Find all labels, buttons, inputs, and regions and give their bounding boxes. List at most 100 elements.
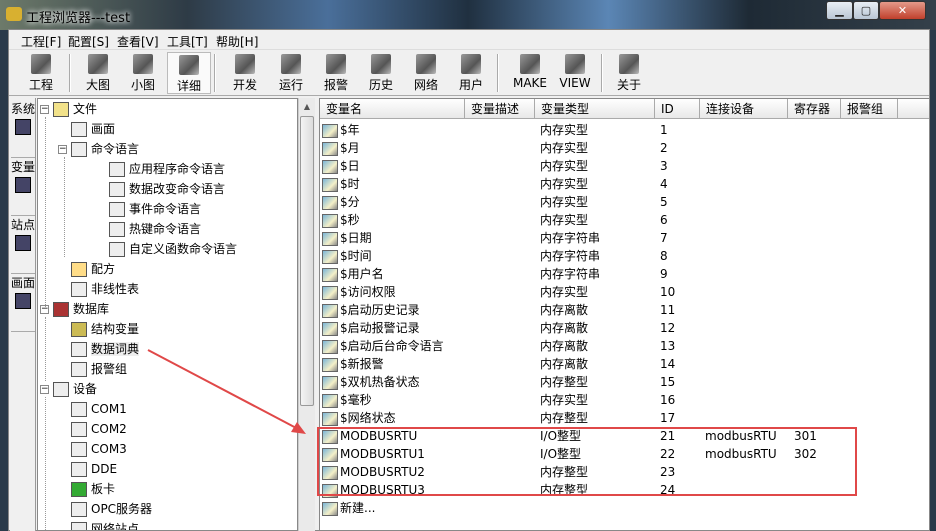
table-row[interactable]: $网络状态 内存整型 17 [320,409,929,427]
tree-item[interactable]: OPC服务器 [71,500,152,518]
doc-icon [109,242,125,257]
tree-item-label: COM2 [91,422,127,436]
toolbar-button-6[interactable]: 报警 [314,52,358,94]
doc-icon [109,162,125,177]
column-header[interactable]: 寄存器 [788,99,841,119]
menu-view[interactable]: 查看[V] [117,33,159,50]
toolbar-button-label: 报警 [323,78,348,92]
tree-item[interactable]: COM3 [71,440,127,458]
column-header[interactable]: 报警组 [841,99,898,119]
table-row[interactable]: $用户名 内存字符串 9 [320,265,929,283]
toolbar-button-8[interactable]: 网络 [404,52,448,94]
toolbar-button-0[interactable]: 工程 [19,52,63,94]
tree-item[interactable]: 应用程序命令语言 [109,160,225,178]
highlight-box [317,427,857,496]
tree-item[interactable]: 非线性表 [71,280,139,298]
menu-help[interactable]: 帮助[H] [216,33,258,50]
scroll-thumb[interactable] [300,116,314,406]
tree-item[interactable]: 热键命令语言 [109,220,201,238]
side-tab-label: 变量 [11,160,36,174]
tree-item[interactable]: 自定义函数命令语言 [109,240,237,258]
tree-item-label: 命令语言 [91,142,140,156]
toolbar-button-3[interactable]: 详细 [167,52,211,94]
command-icon [71,142,87,157]
scroll-up-icon[interactable]: ▲ [299,98,315,115]
tree-item[interactable]: − 文件 [40,100,97,118]
column-header[interactable]: 变量类型 [535,99,655,119]
tree-item[interactable]: COM2 [71,420,127,438]
table-row[interactable]: $日期 内存字符串 7 [320,229,929,247]
toolbar-button-12[interactable]: 关于 [607,52,651,94]
user-icon [461,54,481,74]
toolbar-button-10[interactable]: MAKE [506,52,554,94]
toolbar-button-label: 网络 [413,78,438,92]
collapse-icon[interactable]: − [58,145,67,154]
tree-scrollbar[interactable]: ▲ [298,98,315,531]
side-tab-variables[interactable]: 变量 [11,160,35,216]
side-tab-stations[interactable]: 站点 [11,218,35,274]
variable-icon [322,303,338,318]
maximize-button[interactable]: ▢ [853,1,879,20]
table-row[interactable]: $访问权限 内存实型 10 [320,283,929,301]
collapse-icon[interactable]: − [40,385,49,394]
table-row[interactable]: $分 内存实型 5 [320,193,929,211]
tree-item[interactable]: 数据词典 [71,340,140,358]
recipe-icon [71,262,87,277]
tree-item[interactable]: DDE [71,460,117,478]
table-row[interactable]: $秒 内存实型 6 [320,211,929,229]
tree-item[interactable]: COM1 [71,400,127,418]
column-header[interactable]: 连接设备 [700,99,788,119]
toolbar-button-11[interactable]: VIEW [551,52,599,94]
toolbar-button-9[interactable]: 用户 [449,52,493,94]
table-row[interactable]: $新报警 内存离散 14 [320,355,929,373]
table-row[interactable]: $日 内存实型 3 [320,157,929,175]
table-row[interactable]: $年 内存实型 1 [320,121,929,139]
tree-item-label: 配方 [91,262,116,276]
toolbar-button-4[interactable]: 开发 [223,52,267,94]
toolbar-button-2[interactable]: 小图 [121,52,165,94]
tree-item[interactable]: 结构变量 [71,320,139,338]
menu-config[interactable]: 配置[S] [68,33,109,50]
menu-tools[interactable]: 工具[T] [167,33,208,50]
collapse-icon[interactable]: − [40,105,49,114]
table-row[interactable]: $月 内存实型 2 [320,139,929,157]
column-header[interactable]: 变量描述 [465,99,535,119]
tree-item-label: 报警组 [91,362,128,376]
table-row[interactable]: $启动报警记录 内存离散 12 [320,319,929,337]
close-button[interactable]: ✕ [879,1,926,20]
table-row[interactable]: $时 内存实型 4 [320,175,929,193]
toolbar-button-1[interactable]: 大图 [76,52,120,94]
table-row[interactable]: $时间 内存字符串 8 [320,247,929,265]
variable-icon [322,393,338,408]
tree-item[interactable]: 报警组 [71,360,127,378]
table-row[interactable]: $启动历史记录 内存离散 11 [320,301,929,319]
tree-item[interactable]: − 设备 [40,380,97,398]
tree-item[interactable]: 网络站点 [71,520,139,530]
column-header[interactable]: 变量名 [320,99,465,119]
tree-item[interactable]: − 数据库 [40,300,109,318]
new-variable-row[interactable]: 新建... [320,499,929,517]
toolbar-button-7[interactable]: 历史 [359,52,403,94]
tree-item[interactable]: − 命令语言 [58,140,139,158]
doc-icon [109,202,125,217]
side-tab-system[interactable]: 系统 [11,102,35,158]
side-tab-screens[interactable]: 画面 [11,276,35,332]
table-row[interactable]: $启动后台命令语言 内存离散 13 [320,337,929,355]
table-row[interactable]: $毫秒 内存实型 16 [320,391,929,409]
column-header[interactable]: ID [655,99,700,119]
variable-id: 11 [660,303,676,317]
variable-type: 内存实型 [540,177,589,191]
table-row[interactable]: $双机热备状态 内存整型 15 [320,373,929,391]
menu-project[interactable]: 工程[F] [21,33,61,50]
tree-item[interactable]: 画面 [71,120,115,138]
toolbar-button-5[interactable]: 运行 [269,52,313,94]
tree-item[interactable]: 数据改变命令语言 [109,180,225,198]
variable-type: 内存整型 [540,411,589,425]
tree-item[interactable]: 事件命令语言 [109,200,201,218]
variable-icon [322,321,338,336]
toolbar-button-label: 工程 [28,78,53,92]
tree-item[interactable]: 配方 [71,260,115,278]
minimize-button[interactable]: ▁ [826,1,853,20]
project-tree: − 文件 画面 − 命令语言 应用程序命令语言 数据改变命令语言 事件命令语言 热键命令语言 自定… [37,98,298,531]
tree-item[interactable]: 板卡 [71,480,115,498]
